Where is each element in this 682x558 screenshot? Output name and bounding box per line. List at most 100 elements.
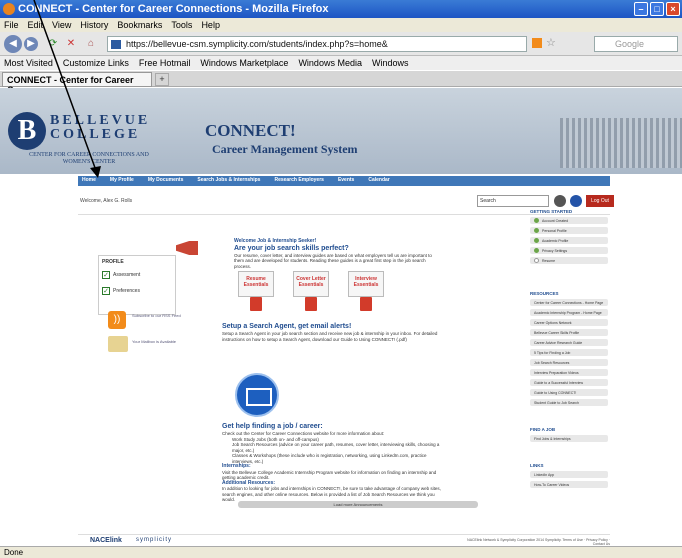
pdf-icon[interactable] [250, 297, 262, 311]
search-agent-block: Setup a Search Agent, get email alerts! … [222, 323, 442, 342]
site-favicon [111, 40, 121, 49]
resource-link[interactable]: Career Advice Research Guide [530, 339, 608, 346]
resource-link[interactable]: Center for Career Connections - Home Pag… [530, 299, 608, 306]
incomplete-circle-icon [534, 258, 539, 263]
menu-bar: File Edit View History Bookmarks Tools H… [0, 18, 682, 32]
bookmark-windows-media[interactable]: Windows Media [298, 58, 362, 68]
bookmark-customize-links[interactable]: Customize Links [63, 58, 129, 68]
new-tab-button[interactable]: + [155, 73, 169, 86]
menu-history[interactable]: History [80, 20, 108, 30]
find-job-link[interactable]: Find Jobs & Internships [530, 435, 608, 442]
close-button[interactable]: × [666, 2, 680, 16]
check-assessment[interactable]: ✓ Assessment [102, 271, 172, 279]
resource-link[interactable]: Job Search Resources [530, 359, 608, 366]
nav-calendar[interactable]: Calendar [368, 177, 389, 185]
bookmark-most-visited[interactable]: Most Visited [4, 58, 53, 68]
menu-tools[interactable]: Tools [171, 20, 192, 30]
profile-box: PROFILE ✓ Assessment ✓ Preferences [98, 255, 176, 315]
site-navigation: Home My Profile My Documents Search Jobs… [78, 176, 610, 186]
rss-icon[interactable]: )) [108, 311, 126, 329]
reload-icon[interactable]: ⟳ [44, 35, 62, 53]
bookmark-free-hotmail[interactable]: Free Hotmail [139, 58, 191, 68]
search-agent-body: Setup a Search Agent in your job search … [222, 331, 438, 342]
mailbox-link[interactable]: Your Mailbox is Available [132, 339, 176, 344]
resource-link[interactable]: 5 Tips for Finding a Job [530, 349, 608, 356]
help-item[interactable]: Job Search Resources (advice on your car… [232, 442, 442, 453]
status-text: Done [4, 548, 24, 557]
resource-link[interactable]: Interview Preparation Videos [530, 369, 608, 376]
getting-started-panel: GETTING STARTED Account Created Personal… [530, 209, 608, 267]
status-item[interactable]: Academic Profile [530, 237, 608, 244]
resource-link[interactable]: Academic Internship Program - Home Page [530, 309, 608, 316]
system-subtitle: Career Management System [212, 142, 358, 156]
load-more-button[interactable]: Load more Announcements [238, 501, 478, 508]
bookmark-windows[interactable]: Windows [372, 58, 409, 68]
resource-link[interactable]: Student Guide to Job Search [530, 399, 608, 406]
resume-essentials-button[interactable]: Resume Essentials [238, 271, 274, 297]
copyright-text: NACElink Network & Symplicity Corporatio… [467, 538, 610, 546]
back-icon[interactable]: ◀ [4, 35, 22, 53]
megaphone-icon [176, 241, 198, 255]
site-search-input[interactable]: Search [477, 195, 549, 207]
minimize-button[interactable]: – [634, 2, 648, 16]
bookmark-star-icon[interactable]: ☆ [546, 36, 556, 49]
mailbox-icon[interactable] [108, 336, 128, 352]
internships-body: Visit the Bellevue College Academic Inte… [222, 469, 437, 481]
menu-file[interactable]: File [4, 20, 19, 30]
home-icon[interactable]: ⌂ [82, 35, 100, 53]
resource-link[interactable]: Guide to a Successful Interview [530, 379, 608, 386]
resource-link[interactable]: Guide to Using CONNECT! [530, 389, 608, 396]
pdf-icon[interactable] [360, 297, 372, 311]
window-titlebar: CONNECT - Center for Career Connections … [0, 0, 682, 18]
status-item[interactable]: Privacy Settings [530, 247, 608, 254]
url-bar[interactable]: https://bellevue-csm.symplicity.com/stud… [107, 36, 527, 52]
nav-my-documents[interactable]: My Documents [148, 177, 184, 185]
check-label: Preferences [113, 288, 140, 294]
menu-edit[interactable]: Edit [28, 20, 44, 30]
intro-body: Our resume, cover letter, and interview … [234, 252, 432, 269]
status-item[interactable]: Account Created [530, 217, 608, 224]
complete-check-icon [534, 228, 539, 233]
bookmark-windows-marketplace[interactable]: Windows Marketplace [200, 58, 288, 68]
welcome-text: Welcome, Alex G. Rolls [80, 198, 133, 204]
logout-button[interactable]: Log Out [586, 195, 614, 207]
rss-link[interactable]: Subscribe to our RSS Feed [132, 313, 181, 318]
resources-panel: RESOURCES Center for Career Connections … [530, 291, 608, 409]
nacelink-logo[interactable]: NACElink [90, 537, 122, 544]
menu-bookmarks[interactable]: Bookmarks [117, 20, 162, 30]
nav-events[interactable]: Events [338, 177, 354, 185]
nav-my-profile[interactable]: My Profile [110, 177, 134, 185]
checkbox-checked-icon: ✓ [102, 271, 110, 279]
interview-essentials-button[interactable]: Interview Essentials [348, 271, 384, 297]
status-label: Account Created [542, 218, 569, 223]
nav-home[interactable]: Home [82, 177, 96, 185]
cover-letter-essentials-button[interactable]: Cover Letter Essentials [293, 271, 329, 297]
status-item[interactable]: Resume [530, 257, 608, 264]
web-search-input[interactable]: Google [594, 36, 678, 52]
help-item[interactable]: Classes & Workshops (these include who i… [232, 453, 442, 464]
search-agent-title: Setup a Search Agent, get email alerts! [222, 323, 352, 330]
tab-connect[interactable]: CONNECT - Center for Career Co... [2, 72, 152, 95]
check-preferences[interactable]: ✓ Preferences [102, 287, 172, 295]
page-footer: NACElink symplicity NACElink Network & S… [78, 534, 610, 546]
pdf-icon[interactable] [305, 297, 317, 311]
resource-link[interactable]: Career Options Network [530, 319, 608, 326]
print-icon[interactable] [554, 195, 566, 207]
symplicity-logo[interactable]: symplicity [136, 537, 172, 543]
rss-feed-icon[interactable] [532, 38, 542, 48]
building-image [560, 118, 682, 168]
help-icon[interactable] [570, 195, 582, 207]
college-logo[interactable]: B [8, 112, 46, 150]
menu-help[interactable]: Help [201, 20, 220, 30]
forward-icon[interactable]: ▶ [24, 37, 38, 51]
maximize-button[interactable]: □ [650, 2, 664, 16]
complete-check-icon [534, 218, 539, 223]
external-link[interactable]: LinkedIn App [530, 471, 608, 478]
nav-search-jobs[interactable]: Search Jobs & Internships [197, 177, 260, 185]
nav-research-employers[interactable]: Research Employers [274, 177, 323, 185]
external-link[interactable]: How-To Career Videos [530, 481, 608, 488]
status-item[interactable]: Personal Profile [530, 227, 608, 234]
resource-link[interactable]: Bellevue Career Skills Profile [530, 329, 608, 336]
stop-icon[interactable]: ✕ [62, 35, 80, 53]
menu-view[interactable]: View [52, 20, 71, 30]
